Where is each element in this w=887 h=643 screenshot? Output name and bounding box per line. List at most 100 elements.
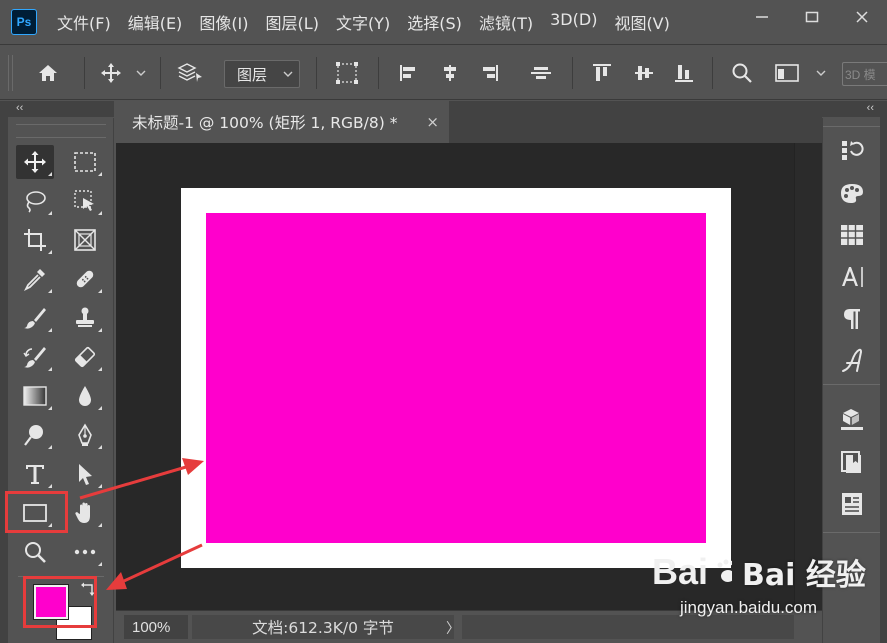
align-horizontal-center-button[interactable] — [436, 45, 464, 101]
minimize-icon — [756, 16, 768, 18]
frame-tool[interactable] — [66, 223, 104, 257]
color-palette-icon — [841, 184, 863, 203]
align-left-button[interactable] — [394, 45, 422, 101]
home-button[interactable] — [30, 45, 66, 101]
options-grip — [8, 55, 13, 91]
align-right-button[interactable] — [476, 45, 504, 101]
menu-file[interactable]: 文件(F) — [57, 10, 111, 34]
align-top-edge-button[interactable] — [526, 45, 556, 101]
transform-controls-button[interactable] — [330, 45, 364, 101]
document-info: 文档:612.3K/0 字节 — [192, 615, 454, 639]
move-tool[interactable] — [16, 145, 54, 179]
magenta-rectangle-shape[interactable] — [206, 213, 706, 543]
submenu-indicator — [48, 406, 52, 410]
align-top-button[interactable] — [588, 45, 616, 101]
eraser-tool[interactable] — [66, 340, 104, 374]
zoom-tool[interactable] — [16, 535, 54, 569]
zoom-level-field[interactable]: 100% — [124, 615, 188, 639]
hand-tool[interactable] — [66, 496, 104, 530]
lasso-tool[interactable] — [16, 184, 54, 218]
menu-3d[interactable]: 3D(D) — [550, 10, 597, 34]
menu-filter[interactable]: 滤镜(T) — [479, 10, 533, 34]
document-canvas[interactable] — [181, 188, 731, 568]
minimize-button[interactable] — [737, 0, 787, 34]
toolbar-collapse[interactable]: ‹‹ — [8, 101, 114, 117]
vertical-scrollbar[interactable] — [794, 143, 822, 610]
chevron-down-icon — [283, 71, 293, 77]
history-panel-button[interactable] — [837, 136, 867, 166]
libraries-panel-button[interactable] — [837, 447, 867, 477]
horizontal-scrollbar[interactable] — [462, 615, 794, 639]
more-tools-button[interactable] — [66, 535, 104, 569]
paragraph-icon — [844, 309, 860, 329]
align-vertical-center-button[interactable] — [630, 45, 658, 101]
type-icon — [26, 465, 44, 484]
workspace-dropdown[interactable] — [810, 45, 832, 101]
auto-select-target-select[interactable]: 图层 — [224, 60, 300, 88]
glyphs-panel-button[interactable] — [837, 346, 867, 376]
status-menu-arrow[interactable]: 〉 — [446, 618, 460, 638]
menu-view[interactable]: 视图(V) — [614, 10, 669, 34]
restore-button[interactable] — [787, 0, 837, 34]
eyedropper-tool[interactable] — [16, 262, 54, 296]
submenu-indicator — [48, 445, 52, 449]
align-bottom-button[interactable] — [670, 45, 698, 101]
submenu-indicator — [48, 172, 52, 176]
3d-mode-button[interactable]: 3D 模 — [842, 62, 887, 86]
properties-panel-button[interactable] — [837, 489, 867, 519]
chevron-down-icon — [136, 70, 146, 76]
menu-edit[interactable]: 编辑(E) — [128, 10, 183, 34]
move-preset-dropdown[interactable] — [132, 45, 150, 101]
blur-tool[interactable] — [66, 379, 104, 413]
gradient-tool[interactable] — [16, 379, 54, 413]
crop-tool[interactable] — [16, 223, 54, 257]
auto-select-button[interactable] — [172, 45, 208, 101]
arrow-pointer-icon — [79, 464, 92, 485]
workspace-icon — [775, 64, 799, 82]
app-logo: Ps — [11, 9, 37, 35]
menu-type[interactable]: 文字(Y) — [336, 10, 390, 34]
tab-close-button[interactable]: × — [426, 113, 439, 131]
align-top-icon — [593, 64, 611, 81]
menu-select[interactable]: 选择(S) — [407, 10, 462, 34]
collapse-right-label: ‹‹ — [866, 102, 874, 114]
separator — [712, 57, 713, 89]
frame-icon — [74, 229, 96, 251]
healing-brush-tool[interactable] — [66, 262, 104, 296]
document-tab[interactable]: 未标题-1 @ 100% (矩形 1, RGB/8) * × — [116, 101, 449, 143]
search-button[interactable] — [728, 45, 756, 101]
swatches-panel-button[interactable] — [837, 220, 867, 250]
canvas-area[interactable] — [116, 143, 822, 610]
move-icon — [24, 151, 46, 173]
path-select-tool[interactable] — [66, 457, 104, 491]
dodge-tool[interactable] — [16, 418, 54, 452]
panel-collapse[interactable]: ‹‹ — [822, 101, 880, 117]
marquee-tool[interactable] — [66, 145, 104, 179]
lasso-icon — [26, 191, 46, 213]
character-panel-button[interactable] — [837, 262, 867, 292]
collapse-left-label: ‹‹ — [16, 102, 24, 114]
history-brush-icon — [23, 347, 46, 368]
history-brush-tool[interactable] — [16, 340, 54, 374]
menu-layer[interactable]: 图层(L) — [266, 10, 319, 34]
brush-tool[interactable] — [16, 301, 54, 335]
move-tool-preset[interactable] — [94, 45, 128, 101]
type-tool[interactable] — [16, 457, 54, 491]
layers-auto-select-icon — [177, 63, 202, 82]
tools-panel — [8, 118, 114, 643]
glyphs-script-a-icon — [842, 348, 863, 372]
3d-panel-button[interactable] — [837, 405, 867, 435]
object-select-tool[interactable] — [66, 184, 104, 218]
align-hcenter-icon — [444, 65, 456, 81]
search-icon — [732, 63, 752, 83]
paragraph-panel-button[interactable] — [837, 304, 867, 334]
align-middle-icon — [635, 66, 653, 80]
submenu-indicator — [98, 523, 102, 527]
close-button[interactable] — [837, 0, 887, 34]
menu-image[interactable]: 图像(I) — [199, 10, 248, 34]
color-panel-button[interactable] — [837, 178, 867, 208]
workspace-button[interactable] — [768, 45, 806, 101]
pen-tool[interactable] — [66, 418, 104, 452]
clone-stamp-tool[interactable] — [66, 301, 104, 335]
submenu-indicator — [98, 445, 102, 449]
